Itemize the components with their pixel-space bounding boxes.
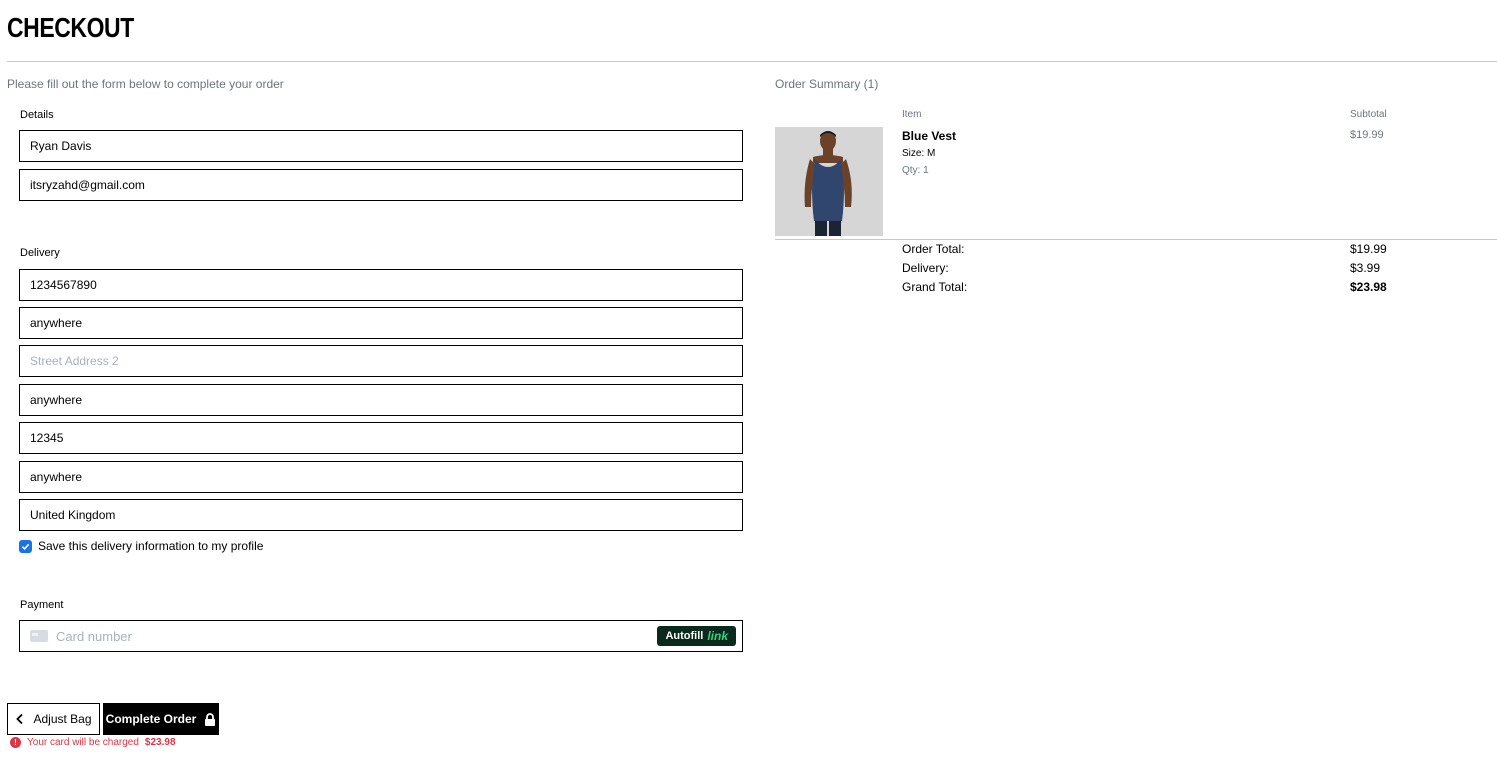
product-name: Blue Vest (902, 129, 957, 143)
delivery-cost-label: Delivery: (902, 261, 949, 275)
adjust-bag-button[interactable]: Adjust Bag (7, 703, 100, 735)
adjust-bag-label: Adjust Bag (33, 712, 92, 726)
order-total-value: $19.99 (1350, 242, 1387, 256)
country-field[interactable] (19, 499, 743, 531)
alert-circle-icon: ! (10, 737, 21, 748)
page-title: CHECKOUT (7, 12, 134, 43)
product-photo-illustration (775, 127, 883, 236)
payment-label: Payment (20, 599, 64, 611)
postcode-field[interactable] (19, 422, 743, 454)
summary-divider (775, 239, 1497, 240)
delivery-label: Delivery (20, 247, 60, 259)
product-qty: Qty: 1 (902, 165, 929, 176)
save-info-row[interactable]: Save this delivery information to my pro… (19, 539, 263, 553)
email-field[interactable] (19, 169, 743, 201)
street-address-1-field[interactable] (19, 307, 743, 339)
autofill-label: Autofill (665, 630, 704, 642)
charge-notice: ! Your card will be charged $23.98 (10, 737, 176, 748)
save-info-label: Save this delivery information to my pro… (38, 539, 264, 553)
complete-order-label: Complete Order (105, 712, 197, 726)
chevron-left-icon (16, 713, 24, 725)
subtotal-column-header: Subtotal (1350, 109, 1387, 120)
charge-amount: $23.98 (144, 737, 176, 748)
street-address-2-field[interactable] (19, 345, 743, 377)
card-number-placeholder: Card number (56, 628, 132, 644)
credit-card-icon (30, 630, 48, 642)
save-info-checkbox[interactable] (19, 539, 32, 553)
delivery-cost-value: $3.99 (1350, 261, 1381, 275)
charge-text: Your card will be charged (27, 737, 139, 748)
town-field[interactable] (19, 384, 743, 416)
details-label: Details (20, 109, 54, 121)
check-icon (21, 543, 30, 550)
lock-icon (205, 712, 216, 726)
full-name-field[interactable] (19, 130, 743, 162)
product-size: Size: M (902, 148, 936, 159)
autofill-link-button[interactable]: Autofill link (657, 626, 736, 646)
phone-field[interactable] (19, 269, 743, 301)
order-total-label: Order Total: (902, 242, 965, 256)
form-intro: Please fill out the form below to comple… (7, 77, 284, 91)
product-subtotal: $19.99 (1350, 129, 1384, 141)
complete-order-button[interactable]: Complete Order (103, 703, 219, 735)
county-field[interactable] (19, 461, 743, 493)
grand-total-label: Grand Total: (902, 280, 968, 294)
title-divider (7, 61, 1497, 62)
link-brand-label: link (707, 629, 728, 643)
order-summary-title: Order Summary (1) (775, 77, 879, 91)
grand-total-value: $23.98 (1350, 280, 1387, 294)
item-column-header: Item (902, 109, 922, 120)
card-number-input[interactable]: Card number Autofill link (19, 620, 743, 652)
product-image (775, 127, 883, 236)
